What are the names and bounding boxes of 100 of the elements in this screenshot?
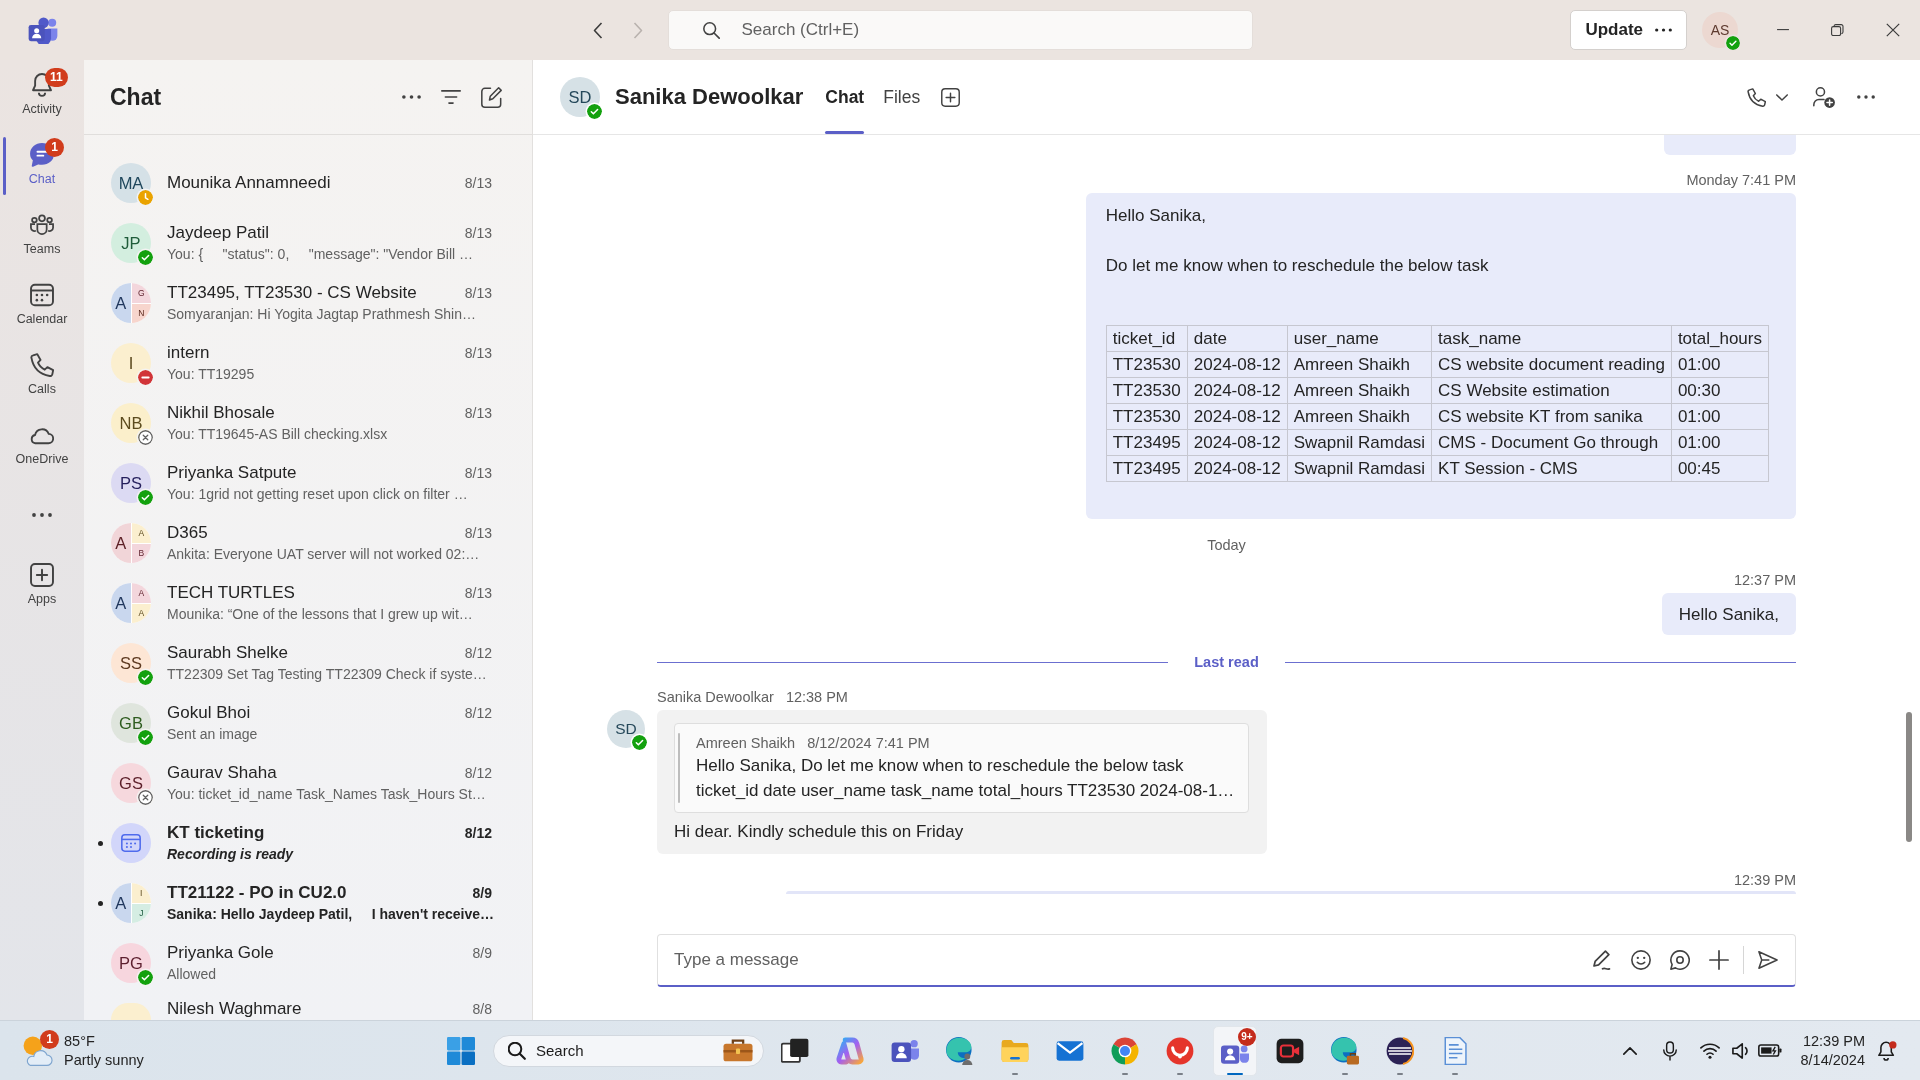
search-input[interactable]: Search [536,1042,723,1059]
more-icon[interactable] [32,513,52,517]
close-icon[interactable] [1885,23,1900,37]
message-time: 12:38 PM [785,688,848,707]
nav-button[interactable]: Calls [0,340,84,410]
avatar: SS [111,643,151,683]
search-input[interactable]: Search (Ctrl+E) [741,20,1242,40]
four-squares-icon[interactable] [447,1036,475,1065]
message-preview: You: ticket_id_name Task_Names Task_Hours St… [167,785,486,804]
table-cell: Swapnil Ramdasi [1287,429,1432,456]
table-cell: Amreen Shaikh [1287,377,1432,404]
tab[interactable]: Files [883,60,921,134]
table-cell: 2024-08-12 [1187,455,1288,482]
bell-icon[interactable] [1878,1040,1897,1061]
avatar[interactable]: SD [560,77,600,117]
table-cell: CS Website estimation [1431,377,1672,404]
plus-icon[interactable] [1709,950,1729,970]
person-add-icon[interactable] [1813,86,1835,108]
avatar-segment: J [131,903,151,923]
minimize-icon[interactable] [1776,29,1789,31]
table-cell: 00:45 [1671,455,1769,482]
message-input[interactable]: Type a message [674,950,1573,970]
avatar-segment: I [131,883,151,903]
column-header: date [1187,325,1288,352]
swirl-circle-person-icon [946,1036,974,1065]
emoji-icon[interactable] [1631,950,1651,970]
table-cell: TT23530 [1106,351,1188,378]
table-cell: KT Session - CMS [1431,455,1672,482]
speaker-icon[interactable] [1732,1042,1749,1059]
nav-button[interactable]: Teams [0,200,84,270]
microphone-icon[interactable] [1663,1040,1678,1061]
chat-date: 8/12 [464,644,492,663]
message-preview: Allowed [167,965,217,984]
phone-icon[interactable] [1747,87,1766,107]
avatar[interactable]: AS [1702,12,1738,48]
notification-badge: 11 [45,68,68,87]
more-icon[interactable] [402,95,421,99]
sender-name: Sanika Dewoolkar [657,688,774,707]
chevron-down-icon[interactable] [1776,93,1788,101]
message-text: Hi dear. Kindly schedule this on Friday [674,821,964,843]
contact-name: TECH TURTLES [167,582,295,604]
phone-icon [30,353,54,377]
taskbar-button[interactable]: 9+ [1213,1025,1257,1076]
chat-date: 8/13 [464,344,492,363]
chat-date: 8/8 [472,1000,492,1019]
compose-icon[interactable] [481,86,502,108]
plus-square-icon[interactable] [941,87,961,107]
sun-cloud-icon[interactable] [22,1035,54,1066]
tricolor-circle-icon [1111,1036,1139,1065]
tab[interactable]: Chat [825,60,865,134]
table-cell: Amreen Shaikh [1287,351,1432,378]
contact-name: Saurabh Shelke [167,642,288,664]
avatar-segment: A [111,523,131,563]
column-header: user_name [1287,325,1432,352]
quote-author: Amreen Shaikh [696,734,796,753]
column-header: total_hours [1671,325,1769,352]
pen-icon[interactable] [1592,950,1612,970]
avatar-segment: A [111,883,131,923]
clock-time[interactable]: 12:39 PM [1800,1031,1865,1051]
date-divider: Today [1207,536,1246,555]
contact-name: Gokul Bhoi [167,702,251,724]
chevron-up-icon[interactable] [1623,1046,1638,1055]
update-button[interactable]: Update [1570,10,1687,50]
search-bar[interactable]: Search [493,1034,764,1067]
scrollbar-thumb[interactable] [1906,712,1912,842]
briefcase-icon [723,1039,753,1062]
wifi-icon[interactable] [1700,1042,1721,1059]
clock-date[interactable]: 8/14/2024 [1800,1050,1865,1070]
filter-icon[interactable] [441,90,461,104]
compose-box[interactable]: Type a message [657,934,1796,987]
search-bar[interactable]: Search (Ctrl+E) [667,10,1253,50]
column-header: ticket_id [1106,325,1188,352]
restore-icon[interactable] [1831,23,1844,37]
send-icon[interactable] [1758,950,1778,970]
contact-name: TT23495, TT23530 - CS Website [167,282,417,304]
nav-button[interactable]: OneDrive [0,410,84,480]
swirl-circle-briefcase-icon [1331,1036,1359,1065]
battery-icon[interactable] [1758,1044,1783,1057]
avatar-segment: A [131,523,151,543]
contact-name: intern [167,342,210,364]
avatar: PS [111,463,151,503]
nav-button[interactable]: Apps [0,550,84,620]
table-cell: 01:00 [1671,403,1769,430]
message-time: 12:39 PM [1733,871,1796,890]
people-logo-icon[interactable] [28,16,58,44]
more-icon[interactable] [1857,95,1875,99]
avatar: I [111,343,151,383]
nav-button[interactable]: 1 Chat [0,130,84,200]
nav-button[interactable]: Calendar [0,270,84,340]
column-header: task_name [1431,325,1672,352]
notification-badge: 9+ [1238,1027,1256,1046]
chat-swirl-icon[interactable] [1670,950,1690,970]
quoted-message[interactable]: Amreen Shaikh 8/12/2024 7:41 PM Hello Sanika, Do let me know when to reschedule the below task ticket_id date user_name task_name total_hours TT23530 2024-08-1… [674,723,1250,813]
calendar-icon [121,834,141,852]
curve-circle-icon [1166,1036,1194,1065]
chat-date: 8/9 [472,884,492,903]
more-icon [1655,28,1672,32]
nav-button[interactable]: 11 Activity [0,60,84,130]
chevron-left-icon[interactable] [592,21,603,39]
contact-name: Gaurav Shaha [167,762,277,784]
